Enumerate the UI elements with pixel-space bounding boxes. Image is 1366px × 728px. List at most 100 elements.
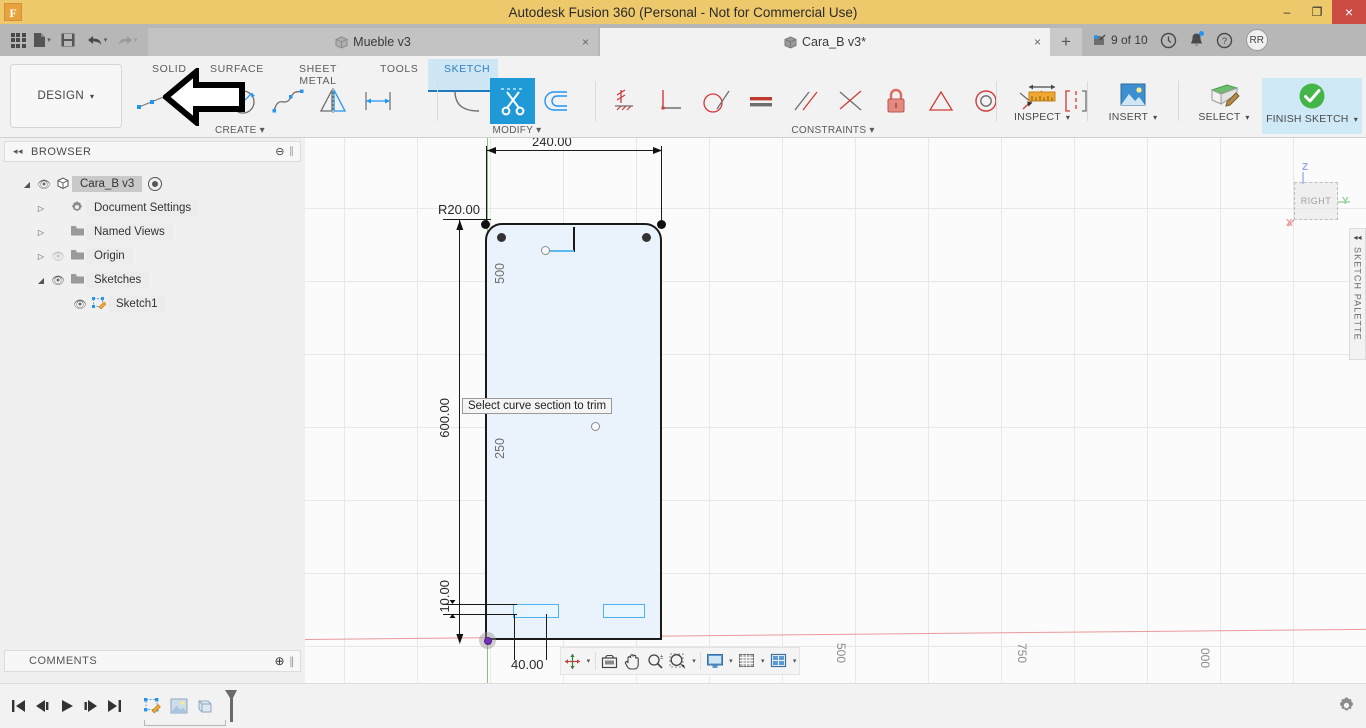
chevron-down-icon[interactable]: ▾	[584, 657, 593, 665]
avatar[interactable]: RR	[1245, 29, 1268, 51]
sketch-canvas[interactable]: 500 750 000 240.00 R20.00 600.00 Select …	[305, 138, 1366, 683]
expand-collapse-icon[interactable]: ▷	[34, 204, 48, 213]
browser-grip[interactable]: ∥	[289, 146, 296, 157]
sketch-slot-left[interactable]	[513, 604, 559, 618]
horizontal-vertical-icon[interactable]	[603, 78, 648, 124]
chevron-down-icon[interactable]: ▾	[758, 657, 767, 665]
panel-insert[interactable]: INSERT ▾	[1095, 78, 1171, 134]
restore-button[interactable]: ❐	[1302, 0, 1332, 24]
jump-start-icon[interactable]	[6, 691, 30, 721]
panel-finish-sketch[interactable]: FINISH SKETCH ▾	[1262, 78, 1362, 134]
equal-icon[interactable]	[738, 78, 783, 124]
app-grid-icon[interactable]	[6, 24, 30, 56]
visibility-eye-icon[interactable]: 👁	[34, 178, 54, 191]
sketch-profile[interactable]	[485, 223, 662, 640]
help-icon[interactable]: ?	[1212, 24, 1238, 56]
sketch-hole-right[interactable]	[642, 233, 651, 242]
timeline-node-body[interactable]	[192, 693, 218, 719]
tree-row-sketch1[interactable]: 👁 Sketch1	[0, 292, 305, 316]
tangent-icon[interactable]	[693, 78, 738, 124]
sketch-origin-point[interactable]	[479, 632, 496, 649]
new-tab-button[interactable]: +	[1050, 28, 1082, 56]
browser-minimize-icon[interactable]: ⊖	[275, 145, 285, 158]
panel-select[interactable]: SELECT ▾	[1186, 78, 1262, 134]
fillet-icon[interactable]	[445, 78, 490, 124]
zoom-window-icon[interactable]	[667, 648, 690, 674]
close-button[interactable]: ×	[1332, 0, 1366, 24]
dim-text-600[interactable]: 600.00	[437, 398, 452, 438]
sketch-endpoint-top-right[interactable]	[657, 220, 666, 229]
document-tab-cara-b[interactable]: Cara_B v3* ×	[600, 28, 1050, 56]
dim-text-10[interactable]: 10.00	[437, 580, 452, 613]
trim-icon[interactable]	[490, 78, 535, 124]
comments-grip[interactable]: ∥	[289, 655, 296, 668]
visibility-eye-off-icon[interactable]: 👁	[48, 250, 68, 263]
grid-snaps-icon[interactable]	[735, 648, 758, 674]
timeline-node-sketch1[interactable]	[140, 693, 166, 719]
add-comment-icon[interactable]: ⊕	[274, 654, 285, 668]
offset-icon[interactable]	[535, 78, 580, 124]
tree-label[interactable]: Origin	[86, 248, 133, 264]
visibility-eye-icon[interactable]: 👁	[70, 298, 90, 311]
tree-row-origin[interactable]: ▷ 👁 Origin	[0, 244, 305, 268]
sketch-endpoint-top-left[interactable]	[481, 220, 490, 229]
undo-icon[interactable]: ▾	[82, 24, 112, 56]
file-icon[interactable]: ▾	[30, 24, 54, 56]
sketch-slot-right[interactable]	[603, 604, 645, 618]
expand-collapse-icon[interactable]: ▷	[34, 228, 48, 237]
parallel-icon[interactable]	[783, 78, 828, 124]
step-forward-icon[interactable]	[78, 691, 102, 721]
sketch-label-250[interactable]: 250	[493, 438, 507, 459]
tree-label[interactable]: Sketch1	[108, 296, 166, 312]
dimension-icon[interactable]	[355, 78, 400, 124]
expand-collapse-icon[interactable]: ▷	[34, 252, 48, 261]
activate-radio[interactable]	[148, 177, 163, 191]
dim-text-240[interactable]: 240.00	[532, 138, 572, 149]
mirror-icon[interactable]	[310, 78, 355, 124]
jump-end-icon[interactable]	[102, 691, 126, 721]
tree-label[interactable]: Sketches	[86, 272, 150, 288]
trim-hover-point[interactable]	[591, 422, 600, 431]
panel-inspect[interactable]: INSPECT ▾	[1004, 78, 1080, 134]
orbit-icon[interactable]	[561, 648, 584, 674]
tree-row-named-views[interactable]: ▷ Named Views	[0, 220, 305, 244]
look-at-icon[interactable]	[598, 648, 621, 674]
step-back-icon[interactable]	[30, 691, 54, 721]
tree-row-cara-b[interactable]: ◢ 👁 Cara_B v3	[0, 172, 305, 196]
comments-panel[interactable]: COMMENTS ⊕ ∥	[4, 650, 301, 672]
chevron-down-icon[interactable]: ▾	[726, 657, 735, 665]
construction-point-open[interactable]	[541, 246, 550, 255]
zoom-icon[interactable]: ±	[644, 648, 667, 674]
document-tab-mueble[interactable]: Mueble v3 ×	[148, 28, 598, 56]
tree-label[interactable]: Document Settings	[86, 200, 200, 216]
midpoint-icon[interactable]	[918, 78, 963, 124]
dim-text-r20[interactable]: R20.00	[438, 202, 480, 217]
redo-icon[interactable]: ▾	[112, 24, 142, 56]
viewports-icon[interactable]	[767, 648, 790, 674]
dim-text-40[interactable]: 40.00	[511, 657, 544, 672]
expand-collapse-icon[interactable]: ◢	[34, 276, 48, 285]
view-cube[interactable]: RIGHT Z Y X	[1272, 156, 1352, 236]
tree-label[interactable]: Named Views	[86, 224, 173, 240]
design-workspace-selector[interactable]: DESIGN ▾	[10, 64, 122, 128]
sketch-label-500[interactable]: 500	[493, 263, 507, 284]
clock-icon[interactable]	[1156, 24, 1182, 56]
construction-blue-line[interactable]	[548, 250, 574, 252]
collapse-left-icon[interactable]: ◂◂	[1353, 233, 1361, 242]
timeline-marker-icon[interactable]	[224, 689, 238, 723]
save-icon[interactable]	[54, 24, 82, 56]
chevron-down-icon[interactable]: ▾	[690, 657, 699, 665]
settings-gear-icon[interactable]	[1337, 696, 1356, 720]
fix-lock-icon[interactable]	[873, 78, 918, 124]
collinear-icon[interactable]	[828, 78, 873, 124]
tree-label[interactable]: Cara_B v3	[72, 176, 143, 192]
pan-hand-icon[interactable]	[621, 648, 644, 674]
expand-collapse-icon[interactable]: ◢	[20, 180, 34, 189]
fitpoint-spline-icon[interactable]	[265, 78, 310, 124]
tree-row-sketches[interactable]: ◢ 👁 Sketches	[0, 268, 305, 292]
tree-row-document-settings[interactable]: ▷ Document Settings	[0, 196, 305, 220]
sketch-palette-tab[interactable]: ◂◂ SKETCH PALETTE	[1349, 228, 1366, 360]
visibility-eye-icon[interactable]: 👁	[48, 274, 68, 287]
tab-close-icon[interactable]: ×	[582, 35, 589, 49]
timeline-node-canvas[interactable]	[166, 693, 192, 719]
